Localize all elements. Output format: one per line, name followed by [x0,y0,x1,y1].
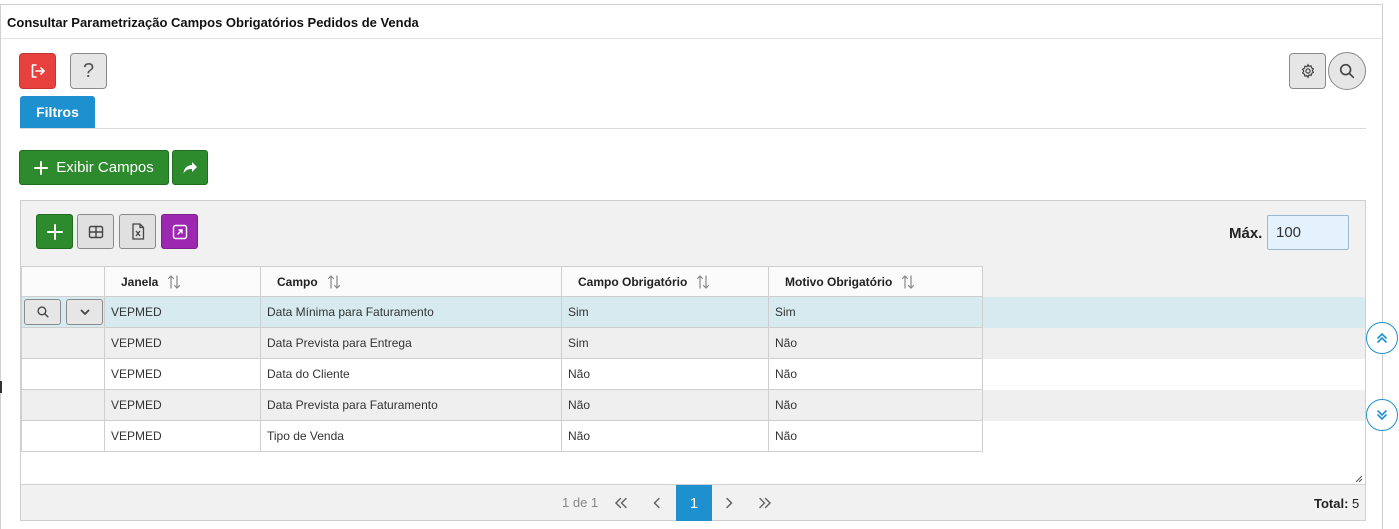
cell-motivo-obrigatorio: Não [768,328,983,359]
cell-campo-obrigatorio: Não [561,359,769,390]
show-fields-button[interactable]: Exibir Campos [19,150,169,185]
table-header: Janela Campo Campo Obrigatório Motivo Ob… [21,266,1365,297]
cell-motivo-obrigatorio: Não [768,359,983,390]
page-title: Consultar Parametrização Campos Obrigató… [7,15,419,30]
cell-campo: Data Prevista para Faturamento [260,390,562,421]
share-arrow-icon [183,161,197,173]
max-label: Máx. [1229,225,1263,242]
page-button-current[interactable]: 1 [676,485,712,521]
fullscreen-button[interactable] [161,214,198,249]
edge-marker [0,381,2,393]
cell-campo-obrigatorio: Não [561,421,769,452]
next-page-button[interactable] [711,485,747,521]
settings-button[interactable] [1289,53,1326,89]
cell-motivo-obrigatorio: Não [768,421,983,452]
cell-campo: Data Prevista para Entrega [260,328,562,359]
expand-icon [172,224,187,239]
chevron-down-icon [80,309,89,316]
table-row[interactable]: VEPMED Data Prevista para Faturamento Nã… [21,390,1365,421]
expand-row-button[interactable] [66,299,103,325]
cell-campo: Tipo de Venda [260,421,562,452]
grid-toolbar: Máx. [21,201,1365,266]
table-row[interactable]: VEPMED Data Prevista para Entrega Sim Nã… [21,328,1365,359]
cell-janela: VEPMED [104,297,261,328]
first-page-button[interactable] [603,485,639,521]
cell-janela: VEPMED [104,359,261,390]
data-grid: Máx. Janela Campo Campo Obrigatório [20,200,1366,521]
sort-icon[interactable] [166,274,182,290]
share-button[interactable] [172,150,208,185]
resize-grip-icon[interactable] [1355,475,1363,483]
help-icon: ? [82,59,95,82]
logout-icon [31,64,45,78]
plus-icon [34,160,49,175]
cell-campo-obrigatorio: Sim [561,297,769,328]
tab-divider [20,128,1366,129]
total-count: Total: 5 [1314,496,1360,511]
excel-export-icon [131,223,144,240]
tab-filtros[interactable]: Filtros [20,96,95,128]
cell-motivo-obrigatorio: Sim [768,297,983,328]
cell-motivo-obrigatorio: Não [768,390,983,421]
search-icon [1339,63,1355,79]
header-actions [21,266,105,297]
double-chevron-left-icon [614,497,627,509]
add-row-button[interactable] [36,214,73,249]
show-fields-label: Exibir Campos [56,159,154,176]
row-actions [21,328,105,359]
cell-campo: Data Mínima para Faturamento [260,297,562,328]
help-button[interactable]: ? [70,53,107,89]
column-header-campo-obrigatorio[interactable]: Campo Obrigatório [561,266,769,297]
exit-button[interactable] [19,53,56,89]
double-chevron-up-icon [1377,332,1387,343]
table-row[interactable]: VEPMED Data Mínima para Faturamento Sim … [21,297,1365,328]
prev-page-button[interactable] [639,485,675,521]
excel-export-button[interactable] [119,214,156,249]
cell-campo-obrigatorio: Não [561,390,769,421]
title-divider [1,38,1382,39]
columns-icon [88,225,103,238]
double-chevron-down-icon [1377,410,1387,421]
pagination-bar: 1 de 1 1 Total: 5 [21,484,1365,521]
column-header-janela[interactable]: Janela [104,266,261,297]
plus-icon [46,223,63,240]
chevron-left-icon [653,497,660,509]
sort-icon[interactable] [695,274,711,290]
cell-campo: Data do Cliente [260,359,562,390]
column-header-motivo-obrigatorio[interactable]: Motivo Obrigatório [768,266,983,297]
double-chevron-right-icon [759,497,772,509]
column-header-campo[interactable]: Campo [260,266,562,297]
page-info: 1 de 1 [562,495,599,510]
sort-icon[interactable] [326,274,342,290]
row-actions [21,297,105,328]
cell-janela: VEPMED [104,328,261,359]
table-row[interactable]: VEPMED Tipo de Venda Não Não [21,421,1365,452]
columns-button[interactable] [77,214,114,249]
chevron-right-icon [726,497,733,509]
row-actions [21,359,105,390]
view-row-button[interactable] [24,299,61,325]
max-input[interactable] [1267,215,1349,250]
scroll-bottom-button[interactable] [1366,399,1398,431]
last-page-button[interactable] [747,485,783,521]
search-icon [36,306,49,318]
cell-campo-obrigatorio: Sim [561,328,769,359]
scroll-top-button[interactable] [1366,322,1398,354]
row-actions [21,421,105,452]
cell-janela: VEPMED [104,421,261,452]
row-actions [21,390,105,421]
table-row[interactable]: VEPMED Data do Cliente Não Não [21,359,1365,390]
sort-icon[interactable] [900,274,916,290]
gear-icon [1301,63,1314,79]
search-button[interactable] [1328,52,1366,90]
cell-janela: VEPMED [104,390,261,421]
